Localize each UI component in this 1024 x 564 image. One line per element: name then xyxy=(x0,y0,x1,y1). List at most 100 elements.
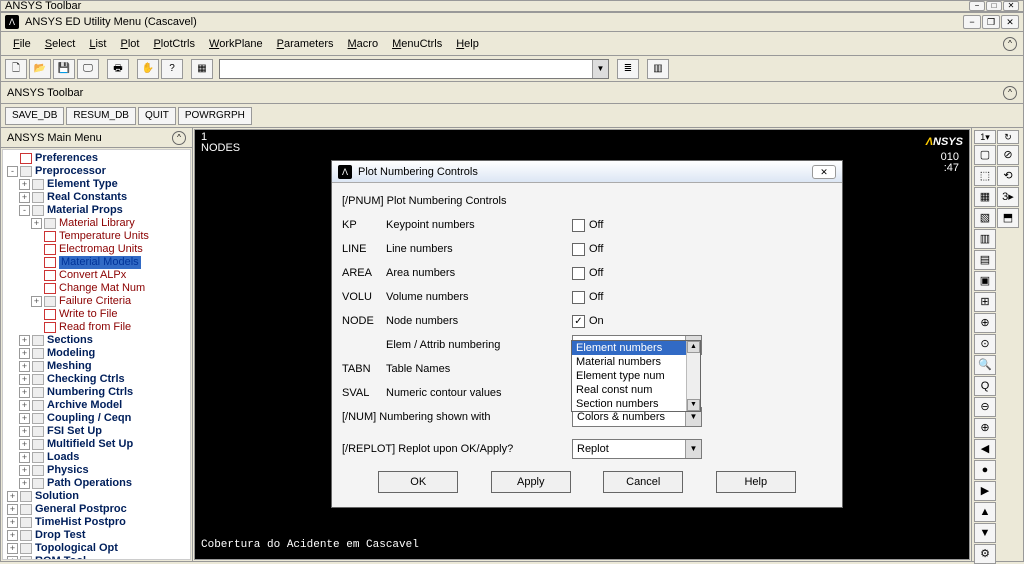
save-icon[interactable]: 💾 xyxy=(53,59,75,79)
tree-item-drop-test[interactable]: +Drop Test xyxy=(5,529,188,542)
expand-icon[interactable]: + xyxy=(19,426,30,437)
screenshot-icon[interactable]: 🖵 xyxy=(77,59,99,79)
elem-attrib-dropdown-list[interactable]: Element numbersMaterial numbersElement t… xyxy=(571,340,701,412)
view-tool-button[interactable]: ▥ xyxy=(974,229,996,249)
menu-file[interactable]: File xyxy=(7,36,37,52)
tree-item-solution[interactable]: +Solution xyxy=(5,490,188,503)
collapse-icon[interactable]: ^ xyxy=(1003,86,1017,100)
dropdown-option[interactable]: Section numbers xyxy=(572,397,700,411)
view-tool-button[interactable]: ● xyxy=(974,460,996,480)
menu-plot[interactable]: Plot xyxy=(114,36,145,52)
expand-icon[interactable]: + xyxy=(7,517,18,528)
view-tool-button[interactable]: ⊕ xyxy=(974,313,996,333)
open-file-icon[interactable]: 📂 xyxy=(29,59,51,79)
tree-item-failure-criteria[interactable]: +Failure Criteria xyxy=(5,295,188,308)
tree-item-change-mat-num[interactable]: Change Mat Num xyxy=(5,282,188,295)
checkbox[interactable] xyxy=(572,243,585,256)
tree-item-physics[interactable]: +Physics xyxy=(5,464,188,477)
tree-item-loads[interactable]: +Loads xyxy=(5,451,188,464)
scroll-up-icon[interactable]: ▲ xyxy=(687,341,700,353)
tree-item-numbering-ctrls[interactable]: +Numbering Ctrls xyxy=(5,386,188,399)
tree-item-timehist-postpro[interactable]: +TimeHist Postpro xyxy=(5,516,188,529)
collapse-icon[interactable]: ^ xyxy=(1003,37,1017,51)
expand-icon[interactable]: + xyxy=(19,387,30,398)
expand-icon[interactable]: + xyxy=(7,543,18,554)
expand-icon[interactable]: + xyxy=(19,179,30,190)
close-icon[interactable]: ✕ xyxy=(1001,15,1019,29)
maximize-icon[interactable]: □ xyxy=(986,1,1002,11)
toolbar-button-save_db[interactable]: SAVE_DB xyxy=(5,107,64,125)
close-icon[interactable]: ✕ xyxy=(1003,1,1019,11)
collapse-icon[interactable]: - xyxy=(7,166,18,177)
tree-item-material-props[interactable]: -Material Props xyxy=(5,204,188,217)
help-icon[interactable]: ? xyxy=(161,59,183,79)
expand-icon[interactable]: + xyxy=(19,361,30,372)
print-icon[interactable]: 🖶 xyxy=(107,59,129,79)
checkbox[interactable]: ✓ xyxy=(572,315,585,328)
tree-item-general-postproc[interactable]: +General Postproc xyxy=(5,503,188,516)
grid-icon[interactable]: ▦ xyxy=(191,59,213,79)
expand-icon[interactable]: + xyxy=(19,348,30,359)
tree-item-sections[interactable]: +Sections xyxy=(5,334,188,347)
toolbar-button-resum_db[interactable]: RESUM_DB xyxy=(66,107,136,125)
dropdown-option[interactable]: Element numbers xyxy=(572,341,700,355)
scroll-down-icon[interactable]: ▼ xyxy=(687,399,700,411)
view-tool-button[interactable]: ⟲ xyxy=(997,166,1019,186)
dropdown-select[interactable]: Replot▼ xyxy=(572,439,702,459)
apply-button[interactable]: Apply xyxy=(491,471,571,493)
expand-icon[interactable]: + xyxy=(19,439,30,450)
tree-item-temperature-units[interactable]: Temperature Units xyxy=(5,230,188,243)
ok-button[interactable]: OK xyxy=(378,471,458,493)
tree-item-checking-ctrls[interactable]: +Checking Ctrls xyxy=(5,373,188,386)
expand-icon[interactable]: + xyxy=(7,530,18,541)
main-menu-tree[interactable]: Preferences-Preprocessor+Element Type+Re… xyxy=(2,149,191,560)
view-tool-button[interactable]: ▢ xyxy=(974,145,996,165)
minimize-icon[interactable]: − xyxy=(969,1,985,11)
collapse-icon[interactable]: ^ xyxy=(172,131,186,145)
checkbox[interactable] xyxy=(572,219,585,232)
tree-item-material-library[interactable]: +Material Library xyxy=(5,217,188,230)
menu-plotctrls[interactable]: PlotCtrls xyxy=(147,36,201,52)
filter-icon[interactable]: ≣ xyxy=(617,59,639,79)
dialog-titlebar[interactable]: Λ Plot Numbering Controls ✕ xyxy=(332,161,842,183)
dropdown-option[interactable]: Material numbers xyxy=(572,355,700,369)
command-input[interactable]: ▼ xyxy=(219,59,609,79)
menu-list[interactable]: List xyxy=(83,36,112,52)
view-tool-button[interactable]: ▦ xyxy=(974,187,996,207)
expand-icon[interactable]: + xyxy=(19,400,30,411)
tree-item-real-constants[interactable]: +Real Constants xyxy=(5,191,188,204)
menu-menuctrls[interactable]: MenuCtrls xyxy=(386,36,448,52)
expand-icon[interactable]: + xyxy=(19,374,30,385)
view-tool-button[interactable]: ⬚ xyxy=(974,166,996,186)
collapse-icon[interactable]: - xyxy=(19,205,30,216)
expand-icon[interactable]: + xyxy=(7,556,18,560)
expand-icon[interactable]: + xyxy=(31,296,42,307)
tree-item-archive-model[interactable]: +Archive Model xyxy=(5,399,188,412)
tree-item-preprocessor[interactable]: -Preprocessor xyxy=(5,165,188,178)
tree-item-material-models[interactable]: Material Models xyxy=(5,256,188,269)
tree-item-convert-alpx[interactable]: Convert ALPx xyxy=(5,269,188,282)
new-file-icon[interactable]: 🗋 xyxy=(5,59,27,79)
expand-icon[interactable]: + xyxy=(19,478,30,489)
tree-item-rom-tool[interactable]: +ROM Tool xyxy=(5,555,188,560)
menu-parameters[interactable]: Parameters xyxy=(271,36,340,52)
dropdown-option[interactable]: Element type num xyxy=(572,369,700,383)
view-tool-button[interactable]: 1▾ xyxy=(974,130,996,144)
dropdown-arrow-icon[interactable]: ▼ xyxy=(592,60,608,78)
view-tool-button[interactable]: ⊞ xyxy=(974,292,996,312)
expand-icon[interactable]: + xyxy=(19,413,30,424)
view-tool-button[interactable]: ⬒ xyxy=(997,208,1019,228)
view-tool-button[interactable]: ⊖ xyxy=(974,397,996,417)
view-tool-button[interactable]: ↻ xyxy=(997,130,1019,144)
expand-icon[interactable]: + xyxy=(19,192,30,203)
view-tool-button[interactable]: ▤ xyxy=(974,250,996,270)
view-tool-button[interactable]: 🔍 xyxy=(974,355,996,375)
view-tool-button[interactable]: ⊙ xyxy=(974,334,996,354)
tree-item-element-type[interactable]: +Element Type xyxy=(5,178,188,191)
checkbox[interactable] xyxy=(572,267,585,280)
minimize-icon[interactable]: − xyxy=(963,15,981,29)
view-tool-button[interactable]: ◀ xyxy=(974,439,996,459)
view-tool-button[interactable]: ▲ xyxy=(974,502,996,522)
checkbox[interactable] xyxy=(572,291,585,304)
cancel-button[interactable]: Cancel xyxy=(603,471,683,493)
